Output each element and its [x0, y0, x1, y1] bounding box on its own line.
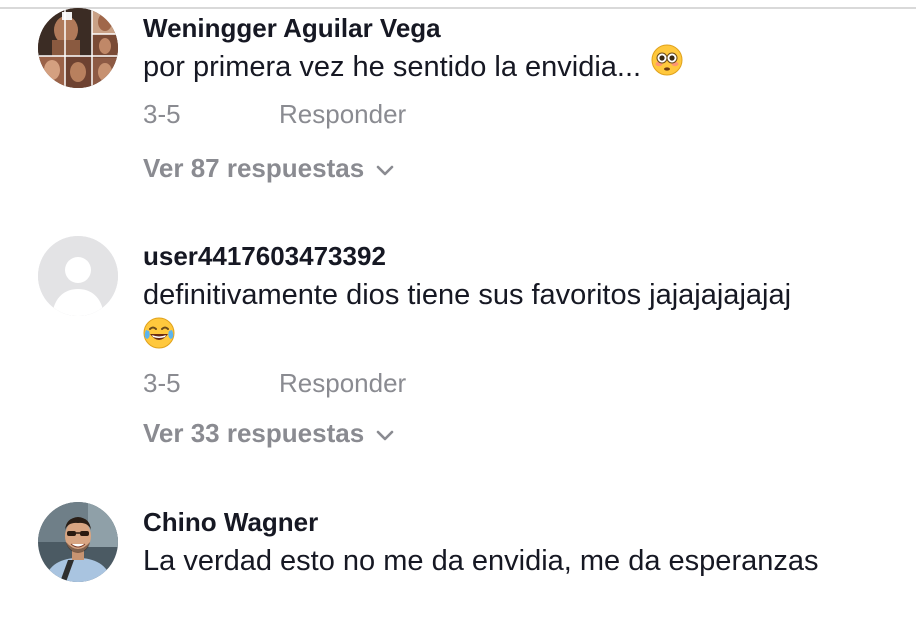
- avatar[interactable]: [38, 502, 118, 582]
- comment-meta: 3-5 Responder: [143, 364, 896, 404]
- comment-text-content: La verdad esto no me da envidia, me da e…: [143, 545, 819, 577]
- view-replies-label: Ver 87 respuestas: [143, 153, 365, 183]
- tears-of-joy-emoji-icon: [143, 317, 896, 360]
- avatar[interactable]: [38, 8, 118, 88]
- comment-meta: 3-5 Responder: [143, 95, 896, 135]
- comment-username[interactable]: Chino Wagner: [143, 506, 896, 538]
- comment-date: 3-5: [143, 99, 181, 129]
- comment-text: La verdad esto no me da envidia, me da e…: [143, 541, 896, 581]
- comment-date: 3-5: [143, 368, 181, 398]
- top-divider: [0, 7, 916, 9]
- default-user-icon: [38, 236, 118, 316]
- avatar-collage-image: [38, 8, 118, 88]
- chevron-down-icon: [376, 418, 394, 449]
- reply-button[interactable]: Responder: [279, 99, 406, 130]
- reply-button[interactable]: Responder: [279, 368, 406, 399]
- view-replies-button[interactable]: Ver 87 respuestas: [143, 153, 896, 189]
- view-replies-button[interactable]: Ver 33 respuestas: [143, 418, 896, 454]
- comment-text-content: definitivamente dios tiene sus favoritos…: [143, 279, 792, 311]
- avatar-photo-image: [38, 502, 118, 582]
- comment-text-content: por primera vez he sentido la envidia...: [143, 51, 642, 83]
- comment-username[interactable]: user4417603473392: [143, 240, 896, 272]
- view-replies-label: Ver 33 respuestas: [143, 418, 365, 448]
- chevron-down-icon: [376, 153, 394, 184]
- comment-text: por primera vez he sentido la envidia...: [143, 44, 896, 87]
- flushed-face-emoji-icon: [651, 44, 683, 87]
- avatar[interactable]: [38, 236, 118, 316]
- comments-screen: Weningger Aguilar Vega por primera vez h…: [0, 0, 916, 620]
- comment-text: definitivamente dios tiene sus favoritos…: [143, 275, 896, 360]
- comment-username[interactable]: Weningger Aguilar Vega: [143, 12, 896, 44]
